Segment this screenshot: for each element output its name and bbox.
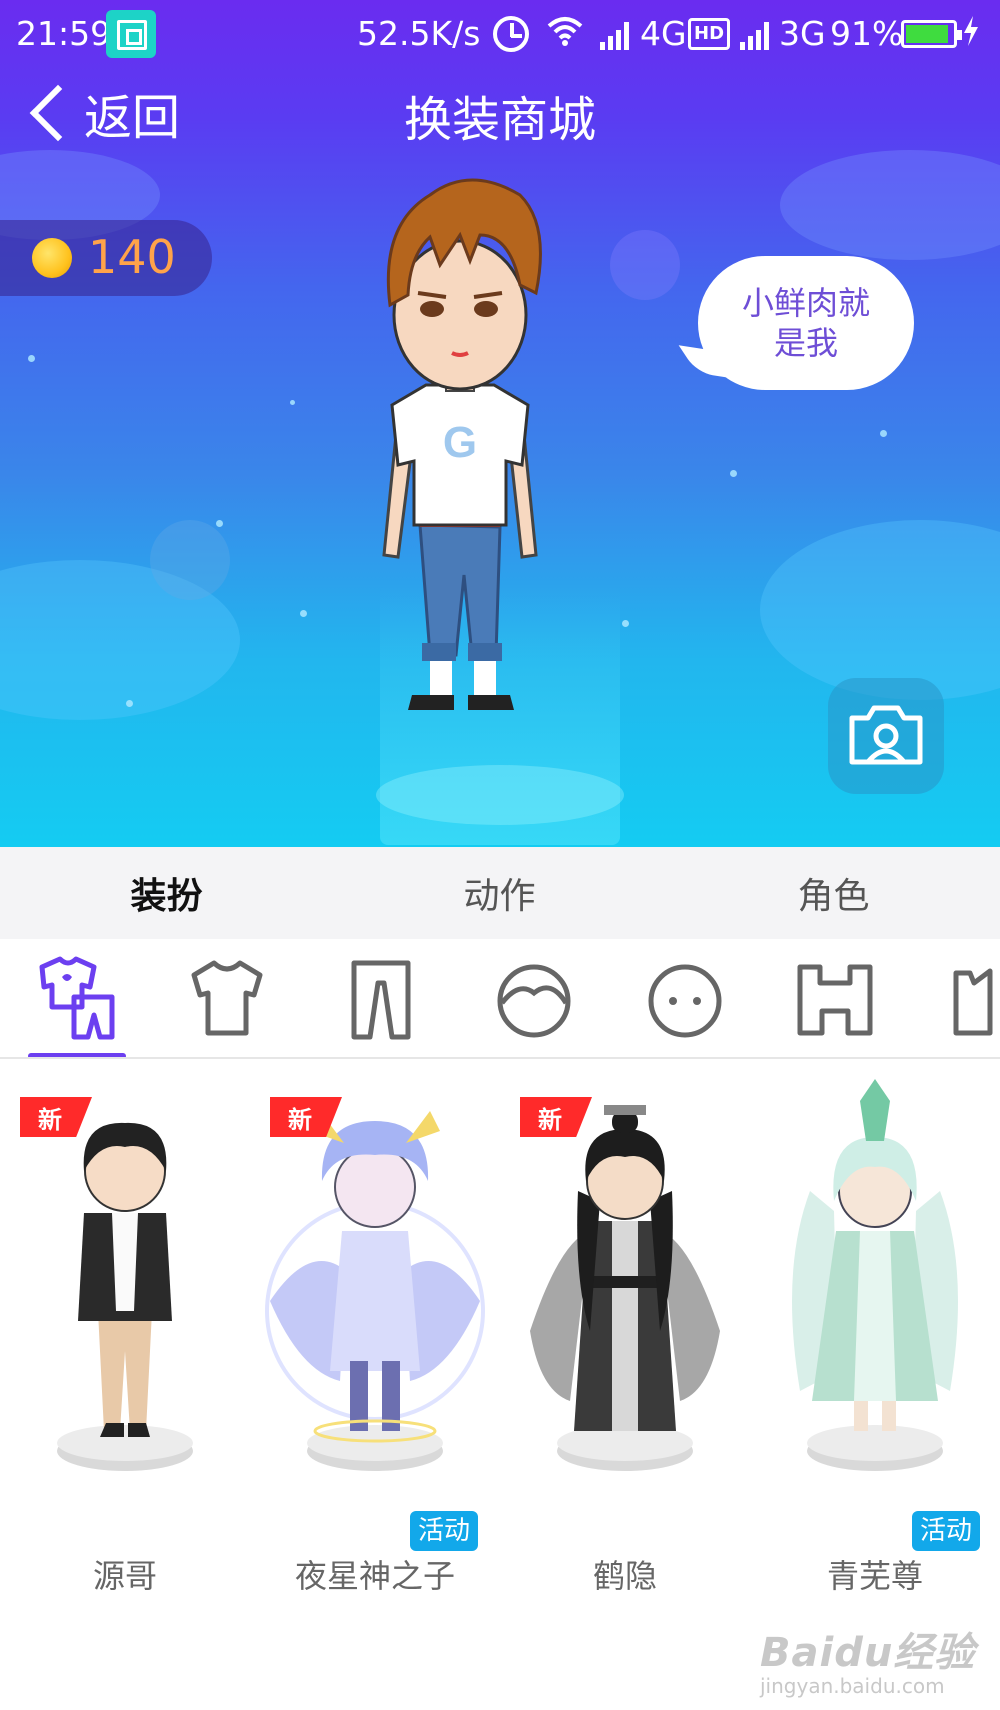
status-bar: 21:59 52.5K/s 4G HD 3G 91% <box>0 0 1000 70</box>
network-type-label: 3G <box>779 14 826 53</box>
hair-icon <box>497 964 571 1038</box>
avatar-character[interactable]: G <box>360 165 640 845</box>
watermark: Baidu经验 jingyan.baidu.com <box>760 1620 975 1698</box>
battery-level <box>906 25 948 43</box>
network-speed: 52.5K/s <box>357 14 481 53</box>
shirt-icon <box>191 960 263 1036</box>
category-pants[interactable] <box>336 953 426 1043</box>
category-outfit-set[interactable] <box>32 953 122 1043</box>
star-decoration <box>290 400 295 405</box>
selected-category-indicator <box>28 1053 126 1057</box>
underwear-icon <box>797 964 873 1036</box>
tab-character[interactable]: 角色 <box>667 847 1000 939</box>
crown-icon <box>953 968 993 1036</box>
item-figure <box>792 1079 958 1471</box>
category-face[interactable] <box>640 953 730 1043</box>
alarm-icon <box>493 16 529 52</box>
face-icon <box>648 964 722 1038</box>
item-grid: 新 源哥 新 活动 夜星神之子 新 鹤隐 活动 青芜尊 <box>0 1061 1000 1710</box>
star-decoration <box>28 355 35 362</box>
signal-icon <box>740 18 774 50</box>
event-badge: 活动 <box>410 1511 479 1551</box>
category-bar <box>0 939 1000 1059</box>
planet-decoration <box>150 520 230 600</box>
coin-balance[interactable]: 140 <box>0 220 212 296</box>
item-name: 源哥 <box>92 1557 157 1595</box>
item-name: 鹤隐 <box>592 1557 657 1595</box>
category-crown[interactable] <box>950 953 1000 1043</box>
item-card[interactable]: 活动 青芜尊 <box>750 1061 1000 1621</box>
coin-count: 140 <box>88 230 176 284</box>
coin-icon <box>32 238 72 278</box>
battery-icon <box>901 20 962 48</box>
battery-percent: 91% <box>830 14 904 53</box>
shirt-logo: G <box>443 418 477 467</box>
speech-line: 是我 <box>773 324 838 362</box>
event-badge: 活动 <box>912 1511 981 1551</box>
category-shirt[interactable] <box>182 953 272 1043</box>
network-type-label: 4G <box>640 14 687 53</box>
star-decoration <box>300 610 307 617</box>
charging-icon <box>962 16 980 54</box>
app-screen: 21:59 52.5K/s 4G HD 3G 91% 返回 换装商城 140 G… <box>0 0 1000 1710</box>
camera-button[interactable] <box>828 678 944 794</box>
star-decoration <box>216 520 223 527</box>
star-decoration <box>730 470 737 477</box>
tab-outfit[interactable]: 装扮 <box>0 847 333 939</box>
speech-bubble: 小鲜肉就 是我 <box>698 256 914 390</box>
item-card[interactable]: 新 活动 夜星神之子 <box>250 1061 500 1621</box>
star-decoration <box>126 700 133 707</box>
camera-portrait-icon <box>849 705 923 765</box>
category-hair[interactable] <box>489 953 579 1043</box>
watermark-url: jingyan.baidu.com <box>760 1674 945 1698</box>
screenshot-icon <box>106 10 156 58</box>
background-cloud <box>780 150 1000 260</box>
category-underwear[interactable] <box>790 953 880 1043</box>
avatar-figure: G <box>382 178 542 710</box>
hd-badge: HD <box>688 18 731 50</box>
speech-line: 小鲜肉就 <box>741 284 870 322</box>
wifi-icon <box>546 14 584 57</box>
page-title: 换装商城 <box>403 92 596 148</box>
signal-icon <box>600 18 634 50</box>
outfit-set-icon <box>39 956 115 1040</box>
background-cloud <box>760 520 1000 700</box>
speech-text: 小鲜肉就 是我 <box>742 283 870 363</box>
avatar-stage: 21:59 52.5K/s 4G HD 3G 91% 返回 换装商城 140 G… <box>0 0 1000 847</box>
item-card[interactable]: 新 源哥 <box>0 1061 250 1621</box>
tab-action[interactable]: 动作 <box>333 847 666 939</box>
item-name: 夜星神之子 <box>294 1557 455 1595</box>
item-name: 青芜尊 <box>826 1557 923 1595</box>
star-decoration <box>880 430 887 437</box>
status-time: 21:59 <box>16 14 112 53</box>
watermark-logo: Baidu经验 <box>760 1630 976 1676</box>
pants-icon <box>351 960 411 1040</box>
tab-bar: 装扮 动作 角色 <box>0 847 1000 939</box>
item-card[interactable]: 新 鹤隐 <box>500 1061 750 1621</box>
